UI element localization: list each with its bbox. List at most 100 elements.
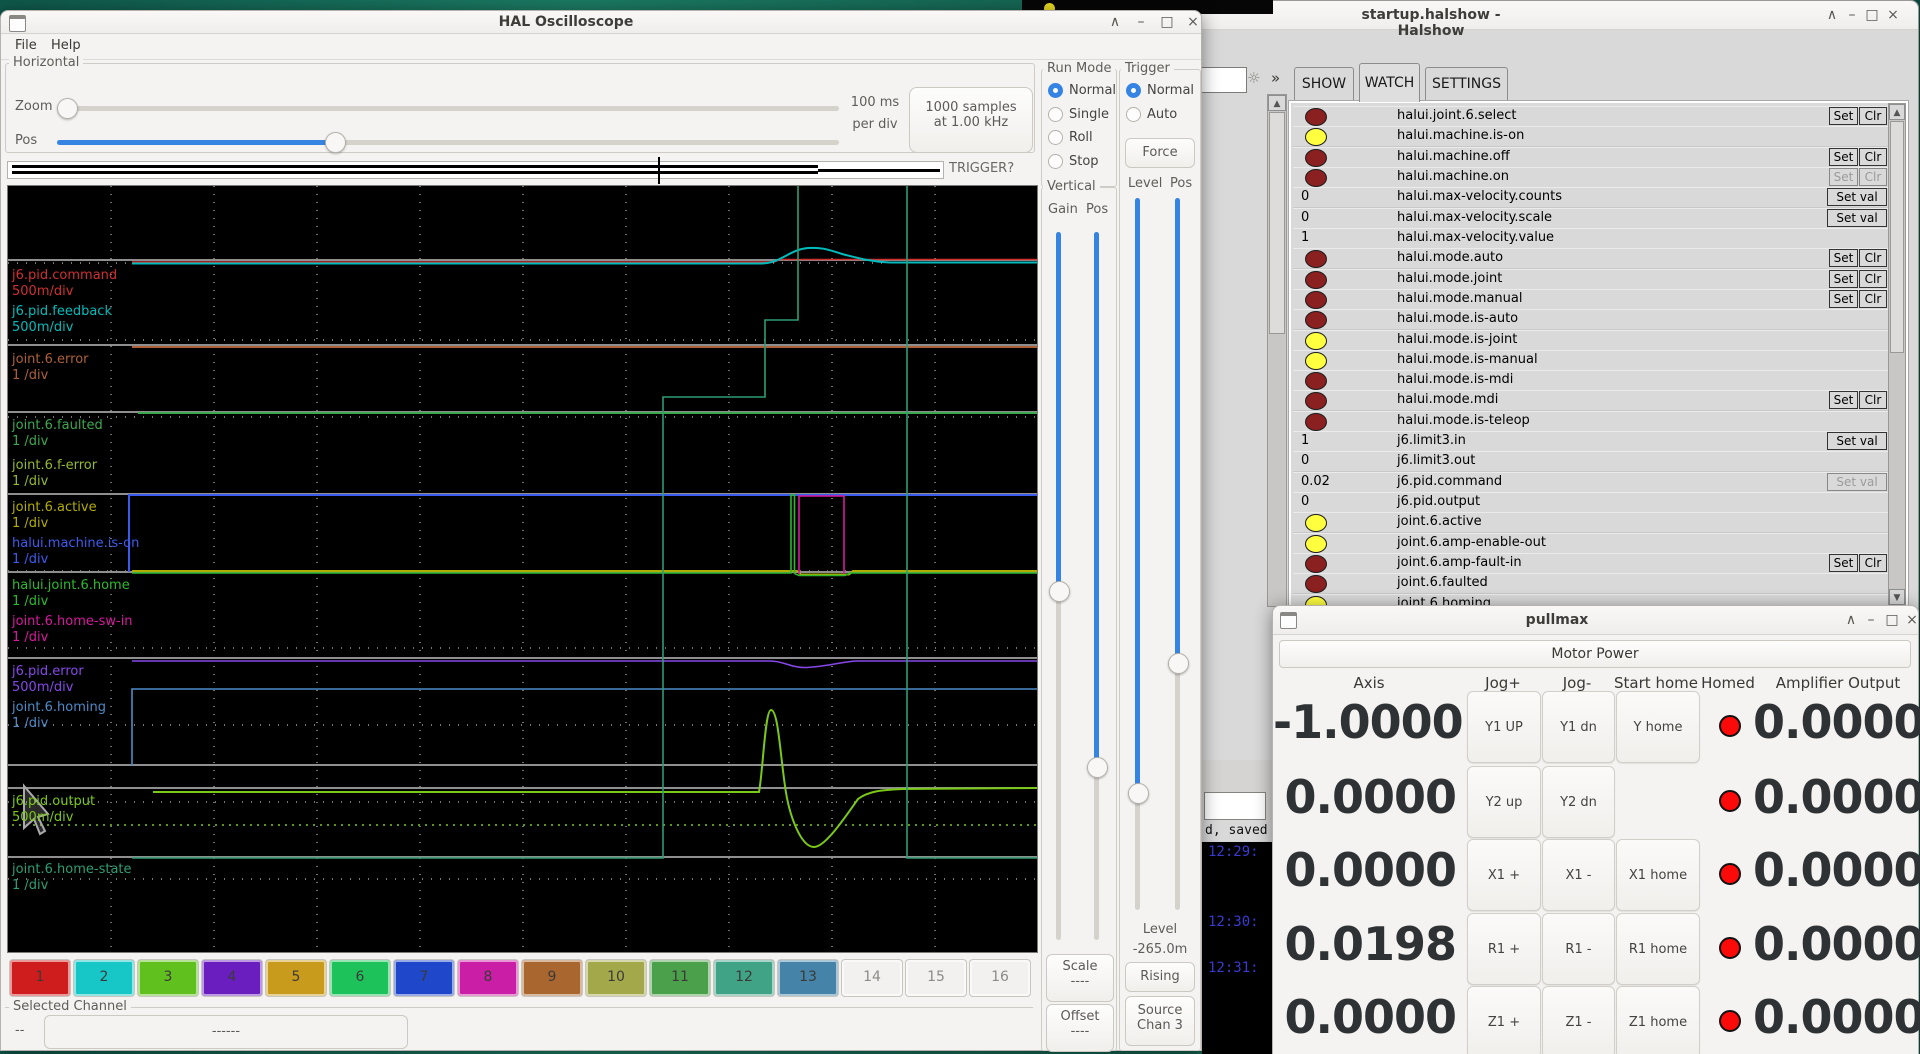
set-val-button[interactable]: Set val <box>1827 209 1887 227</box>
set-val-button[interactable]: Set val <box>1827 188 1887 206</box>
channel-button-4[interactable]: 4 <box>201 959 263 997</box>
zoom-slider[interactable] <box>57 106 839 111</box>
jog-plus-button[interactable]: R1 + <box>1467 913 1541 985</box>
scope-close-button[interactable]: × <box>1185 14 1201 30</box>
menu-help[interactable]: Help <box>51 38 81 53</box>
trigger-edge-button[interactable]: Rising <box>1125 962 1195 992</box>
set-button[interactable]: Set <box>1829 148 1858 166</box>
trigger-pos-slider[interactable] <box>1175 198 1180 910</box>
start-home-button[interactable]: R1 home <box>1616 913 1700 985</box>
halshow-left-scrollbar[interactable]: ▲ <box>1267 94 1287 607</box>
trigger-pos-handle[interactable] <box>1168 653 1189 674</box>
channel-button-9[interactable]: 9 <box>521 959 583 997</box>
vertical-scale-button[interactable]: Scale ---- <box>1046 954 1114 1002</box>
pos-slider-handle[interactable] <box>325 132 346 153</box>
scope-minimize-button[interactable]: – <box>1133 14 1149 30</box>
scroll-up-icon[interactable]: ▲ <box>1268 95 1286 111</box>
set-button[interactable]: Set <box>1829 107 1858 125</box>
run-mode-radio-roll[interactable] <box>1048 130 1063 145</box>
start-home-button[interactable]: Y home <box>1616 691 1700 763</box>
clr-button[interactable]: Clr <box>1859 107 1887 125</box>
jog-minus-button[interactable]: R1 - <box>1542 913 1615 985</box>
channel-button-11[interactable]: 11 <box>649 959 711 997</box>
jog-plus-button[interactable]: Z1 + <box>1467 986 1541 1054</box>
vertical-gain-handle[interactable] <box>1049 581 1070 602</box>
halshow-search-input[interactable] <box>1199 67 1247 93</box>
clr-button[interactable]: Clr <box>1859 148 1887 166</box>
set-button[interactable]: Set <box>1829 270 1858 288</box>
vertical-pos-handle[interactable] <box>1087 757 1108 778</box>
scrollbar-thumb[interactable] <box>1890 121 1904 353</box>
capture-position-bar[interactable] <box>7 161 944 179</box>
scroll-up-icon[interactable]: ▲ <box>1889 104 1905 120</box>
set-button[interactable]: Set <box>1829 290 1858 308</box>
set-button[interactable]: Set <box>1829 554 1858 572</box>
jog-plus-button[interactable]: X1 + <box>1467 839 1541 911</box>
channel-button-1[interactable]: 1 <box>9 959 71 997</box>
start-home-button[interactable]: X1 home <box>1616 839 1700 911</box>
halshow-titlebar[interactable]: startup.halshow - Halshow ∧ – □ × <box>1196 1 1918 30</box>
clr-button[interactable]: Clr <box>1859 168 1887 186</box>
set-button[interactable]: Set <box>1829 249 1858 267</box>
scroll-down-icon[interactable]: ▼ <box>1889 589 1905 605</box>
clr-button[interactable]: Clr <box>1859 391 1887 409</box>
jog-minus-button[interactable]: X1 - <box>1542 839 1615 911</box>
set-button[interactable]: Set <box>1829 168 1858 186</box>
jog-minus-button[interactable]: Y1 dn <box>1542 691 1615 763</box>
vertical-pos-slider[interactable] <box>1094 232 1099 940</box>
tab-show[interactable]: SHOW <box>1294 67 1354 101</box>
jog-plus-button[interactable]: Y1 UP <box>1467 691 1541 763</box>
jog-minus-button[interactable]: Y2 dn <box>1542 766 1615 838</box>
channel-button-3[interactable]: 3 <box>137 959 199 997</box>
set-button[interactable]: Set <box>1829 391 1858 409</box>
jog-plus-button[interactable]: Y2 up <box>1467 766 1541 838</box>
channel-button-2[interactable]: 2 <box>73 959 135 997</box>
channel-button-7[interactable]: 7 <box>393 959 455 997</box>
channel-button-8[interactable]: 8 <box>457 959 519 997</box>
clr-button[interactable]: Clr <box>1859 270 1887 288</box>
run-mode-radio-normal[interactable] <box>1048 83 1063 98</box>
halshow-close-button[interactable]: × <box>1885 7 1901 23</box>
tab-watch[interactable]: WATCH <box>1359 63 1420 102</box>
start-home-button[interactable]: Z1 home <box>1616 986 1700 1054</box>
channel-button-5[interactable]: 5 <box>265 959 327 997</box>
background-entry-field[interactable] <box>1204 792 1266 820</box>
vertical-offset-button[interactable]: Offset ---- <box>1046 1004 1114 1052</box>
run-mode-radio-stop[interactable] <box>1048 154 1063 169</box>
run-mode-radio-single[interactable] <box>1048 107 1063 122</box>
clr-button[interactable]: Clr <box>1859 290 1887 308</box>
scope-screen[interactable]: j6.pid.command500m/divj6.pid.feedback500… <box>7 185 1038 953</box>
channel-button-14[interactable]: 14 <box>841 959 903 997</box>
samples-rate-button[interactable]: 1000 samples at 1.00 kHz <box>909 87 1033 153</box>
jog-minus-button[interactable]: Z1 - <box>1542 986 1615 1054</box>
tab-settings[interactable]: SETTINGS <box>1425 67 1508 101</box>
scrollbar-thumb[interactable] <box>1269 112 1285 334</box>
set-val-button[interactable]: Set val <box>1827 432 1887 450</box>
channel-button-6[interactable]: 6 <box>329 959 391 997</box>
channel-button-10[interactable]: 10 <box>585 959 647 997</box>
channel-button-15[interactable]: 15 <box>905 959 967 997</box>
trigger-force-button[interactable]: Force <box>1125 138 1195 168</box>
channel-button-12[interactable]: 12 <box>713 959 775 997</box>
clr-button[interactable]: Clr <box>1859 554 1887 572</box>
trigger-radio-auto[interactable] <box>1126 107 1141 122</box>
halshow-minimize-button[interactable]: – <box>1844 7 1860 23</box>
trigger-level-handle[interactable] <box>1128 783 1149 804</box>
trigger-level-slider[interactable] <box>1135 198 1140 910</box>
trigger-radio-normal[interactable] <box>1126 83 1141 98</box>
scope-maximize-button[interactable]: □ <box>1159 14 1175 30</box>
channel-button-13[interactable]: 13 <box>777 959 839 997</box>
clr-button[interactable]: Clr <box>1859 249 1887 267</box>
horizontal-pos-slider[interactable] <box>57 140 839 145</box>
halshow-maximize-button[interactable]: □ <box>1864 7 1880 23</box>
menu-file[interactable]: File <box>15 38 37 53</box>
gear-icon[interactable]: ☼ <box>1247 69 1260 87</box>
halshow-shade-button[interactable]: ∧ <box>1824 7 1840 23</box>
vertical-gain-slider[interactable] <box>1056 232 1061 940</box>
selected-channel-entry[interactable]: ------ <box>44 1015 408 1049</box>
channel-button-16[interactable]: 16 <box>969 959 1031 997</box>
scope-titlebar[interactable]: HAL Oscilloscope ∧ – □ × <box>1 11 1201 34</box>
trigger-source-button[interactable]: Source Chan 3 <box>1125 996 1195 1046</box>
zoom-slider-handle[interactable] <box>57 98 78 119</box>
scope-shade-button[interactable]: ∧ <box>1107 14 1123 30</box>
